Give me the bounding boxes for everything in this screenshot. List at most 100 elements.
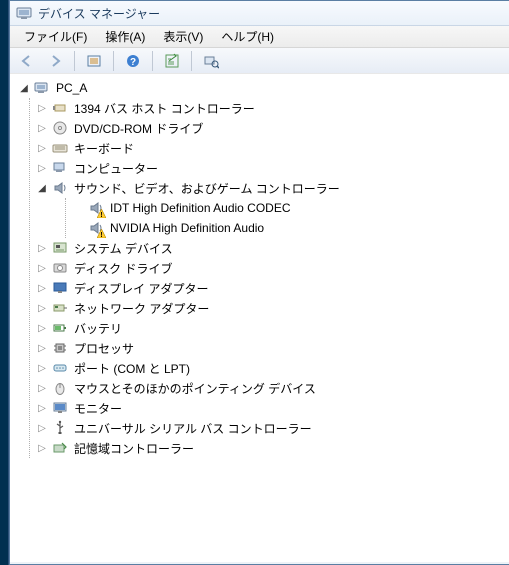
tree-child-item[interactable]: ! NVIDIA High Definition Audio (70, 218, 509, 238)
tree-item-label: 記憶域コントローラー (72, 440, 196, 457)
tree-twisty[interactable]: ▷ (34, 260, 50, 276)
tree-item-label: 1394 バス ホスト コントローラー (72, 100, 257, 117)
tree-item[interactable]: ▷ DVD/CD-ROM ドライブ (34, 118, 509, 138)
list-icon (164, 53, 180, 69)
tree-twisty[interactable]: ▷ (34, 100, 50, 116)
tree-item[interactable]: ▷ モニター (34, 398, 509, 418)
tree-twisty[interactable]: ▷ (34, 280, 50, 296)
app-icon (16, 5, 32, 21)
tree-child-item[interactable]: ! IDT High Definition Audio CODEC (70, 198, 509, 218)
menu-help[interactable]: ヘルプ(H) (213, 26, 282, 47)
tree-twisty[interactable]: ▷ (34, 120, 50, 136)
tree-item[interactable]: ▷ ディスク ドライブ (34, 258, 509, 278)
toolbar-forward[interactable] (42, 49, 68, 73)
back-icon (19, 53, 35, 69)
menu-action[interactable]: 操作(A) (97, 26, 153, 47)
tree-twisty[interactable]: ▷ (34, 440, 50, 456)
tree-item-label: サウンド、ビデオ、およびゲーム コントローラー (72, 180, 342, 197)
sound-icon: ! (88, 200, 104, 216)
tree-twisty-none (70, 220, 86, 236)
menu-view[interactable]: 表示(V) (155, 26, 211, 47)
network-icon (52, 300, 68, 316)
tree-twisty[interactable]: ▷ (34, 420, 50, 436)
menu-bar: ファイル(F) 操作(A) 表示(V) ヘルプ(H) (10, 26, 509, 48)
svg-text:!: ! (100, 212, 102, 218)
status-strip (10, 562, 509, 564)
tree-root-label: PC_A (54, 81, 89, 95)
tree-item-label: ディスプレイ アダプター (72, 280, 211, 297)
sound-icon (52, 180, 68, 196)
tree-item-label: ディスク ドライブ (72, 260, 175, 277)
tree-item-label: モニター (72, 400, 124, 417)
toolbar-help[interactable]: ? (120, 49, 146, 73)
sound-icon: ! (88, 220, 104, 236)
tree-child-label: NVIDIA High Definition Audio (108, 221, 266, 235)
tree-item-label: ポート (COM と LPT) (72, 360, 192, 377)
tree-item-label: ネットワーク アダプター (72, 300, 211, 317)
toolbar-back[interactable] (14, 49, 40, 73)
tree-twisty[interactable]: ▷ (34, 340, 50, 356)
svg-text:?: ? (130, 57, 136, 68)
tree-twisty[interactable]: ▷ (34, 140, 50, 156)
computer-icon (34, 80, 50, 96)
tree-twisty[interactable]: ◢ (16, 80, 32, 96)
tree-view[interactable]: ◢ PC_A ▷ 1394 バス ホスト コントローラー ▷ DVD/CD-ROM ドライ… (10, 73, 509, 561)
tree-twisty[interactable]: ◢ (34, 180, 50, 196)
menu-file[interactable]: ファイル(F) (16, 26, 95, 47)
title-bar: デバイス マネージャー (10, 1, 509, 26)
toolbar-separator (74, 51, 75, 71)
window-title: デバイス マネージャー (38, 5, 160, 22)
tree-item-label: バッテリ (72, 320, 124, 337)
tree-item[interactable]: ▷ ネットワーク アダプター (34, 298, 509, 318)
toolbar-scan[interactable] (198, 49, 224, 73)
tree-twisty[interactable]: ▷ (34, 380, 50, 396)
tree-item[interactable]: ▷ キーボード (34, 138, 509, 158)
tree-twisty[interactable]: ▷ (34, 320, 50, 336)
tree-item[interactable]: ▷ 記憶域コントローラー (34, 438, 509, 458)
tree-item-label: プロセッサ (72, 340, 136, 357)
tree-item[interactable]: ▷ プロセッサ (34, 338, 509, 358)
tree-item[interactable]: ◢ サウンド、ビデオ、およびゲーム コントローラー (34, 178, 509, 198)
keyboard-icon (52, 140, 68, 156)
diskdrive-icon (52, 260, 68, 276)
toolbar-list[interactable] (159, 49, 185, 73)
disc-icon (52, 120, 68, 136)
cpu-icon (52, 340, 68, 356)
tree-twisty[interactable]: ▷ (34, 400, 50, 416)
tree-item[interactable]: ▷ システム デバイス (34, 238, 509, 258)
scan-icon (203, 53, 219, 69)
tree-item-label: ユニバーサル シリアル バス コントローラー (72, 420, 314, 437)
storage-icon (52, 440, 68, 456)
tree-item-label: キーボード (72, 140, 136, 157)
tree-item[interactable]: ▷ バッテリ (34, 318, 509, 338)
tree-item-label: コンピューター (72, 160, 160, 177)
usb-icon (52, 420, 68, 436)
tree-twisty[interactable]: ▷ (34, 360, 50, 376)
tree-child-label: IDT High Definition Audio CODEC (108, 201, 293, 215)
tree-twisty-none (70, 200, 86, 216)
tree-item[interactable]: ▷ ユニバーサル シリアル バス コントローラー (34, 418, 509, 438)
warning-badge-icon: ! (97, 229, 106, 238)
tree-twisty[interactable]: ▷ (34, 160, 50, 176)
tree-item[interactable]: ▷ 1394 バス ホスト コントローラー (34, 98, 509, 118)
tree-item[interactable]: ▷ マウスとそのほかのポインティング デバイス (34, 378, 509, 398)
tree-item[interactable]: ▷ ディスプレイ アダプター (34, 278, 509, 298)
help-icon: ? (125, 53, 141, 69)
tree-item-label: システム デバイス (72, 240, 175, 257)
port-icon (52, 360, 68, 376)
tree-item[interactable]: ▷ コンピューター (34, 158, 509, 178)
detail-icon (86, 53, 102, 69)
monitor-icon (52, 400, 68, 416)
battery-icon (52, 320, 68, 336)
tree-twisty[interactable]: ▷ (34, 300, 50, 316)
tree-item[interactable]: ▷ ポート (COM と LPT) (34, 358, 509, 378)
system-icon (52, 240, 68, 256)
toolbar: ? (10, 48, 509, 75)
tree-item-label: マウスとそのほかのポインティング デバイス (72, 380, 318, 397)
toolbar-detail[interactable] (81, 49, 107, 73)
tree-item-label: DVD/CD-ROM ドライブ (72, 120, 205, 137)
tree-root[interactable]: ◢ PC_A (16, 78, 509, 98)
tree-twisty[interactable]: ▷ (34, 240, 50, 256)
svg-text:!: ! (100, 232, 102, 238)
toolbar-separator (152, 51, 153, 71)
